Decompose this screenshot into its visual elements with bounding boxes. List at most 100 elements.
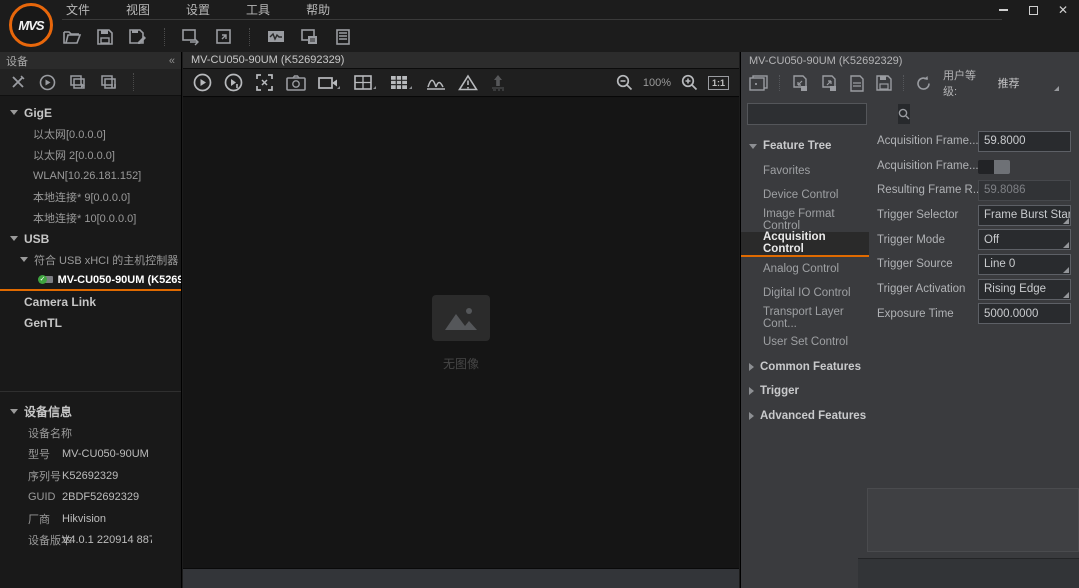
property-trigger-source: Trigger Source Line 0 [871,253,1079,275]
feature-bottom-area [858,558,1079,588]
image-canvas[interactable]: 无图像 [183,98,739,568]
save-as-icon[interactable] [128,28,148,46]
tree-node-cameralink[interactable]: Camera Link [0,291,181,312]
acquisition-frame-rate-input[interactable] [978,131,1071,152]
info-row-name: 设备名称 [0,422,181,444]
menu-file[interactable]: 文件 [62,1,94,18]
menu-tools[interactable]: 工具 [242,1,274,18]
feature-search-input[interactable] [748,104,898,124]
info-row-guid: GUID2BDF52692329 [0,487,181,509]
stop-all-preview-icon[interactable] [100,74,118,90]
menu-help[interactable]: 帮助 [302,1,334,18]
import-config-icon[interactable] [791,75,809,92]
tree-node-local10[interactable]: 本地连接* 10[0.0.0.0] [0,207,181,228]
device-info-header[interactable]: 设备信息 [0,400,181,422]
menubar: 文件 视图 设置 工具 帮助 [62,0,1002,20]
histogram-icon[interactable] [426,75,446,91]
user-level-label: 用户等级: [943,67,990,99]
tree-node-usb-controller[interactable]: 符合 USB xHCI 的主机控制器 [0,249,181,270]
alarm-icon[interactable] [458,74,478,91]
feature-node-trigger[interactable]: Trigger [741,379,869,404]
menu-view[interactable]: 视图 [122,1,154,18]
collapse-panel-icon[interactable]: « [169,55,175,67]
maximize-icon[interactable] [1021,1,1045,19]
grid-view-icon[interactable] [390,75,414,91]
open-folder-icon[interactable] [62,28,82,46]
trigger-activation-dropdown[interactable]: Rising Edge [978,279,1071,300]
feature-node-acquisition[interactable]: Acquisition Control [741,232,869,257]
feature-body: Feature Tree Favorites Device Control Im… [741,130,1079,588]
upload-roi-icon[interactable] [490,74,506,91]
trigger-source-dropdown[interactable]: Line 0 [978,254,1071,275]
tree-node-wlan[interactable]: WLAN[10.26.181.152] [0,165,181,186]
disconnect-device-icon[interactable] [10,74,26,90]
window-layout-icon[interactable] [300,28,320,46]
new-window-icon[interactable] [215,28,233,46]
exposure-time-input[interactable] [978,303,1071,324]
export-config-icon[interactable] [820,75,838,92]
user-level-dropdown[interactable]: 推荐 [998,75,1061,91]
save-icon[interactable] [96,28,114,46]
tree-node-ethernet2[interactable]: 以太网 2[0.0.0.0] [0,144,181,165]
feature-node-analog[interactable]: Analog Control [741,257,869,282]
close-icon[interactable]: ✕ [1051,1,1075,19]
chevron-down-icon [10,409,18,414]
mvs-application-window: MVS 文件 视图 设置 工具 帮助 ✕ 设备 « [0,0,1079,588]
start-grab-once-icon[interactable] [224,73,243,92]
open-config-icon[interactable] [849,75,865,92]
start-grab-icon[interactable] [193,73,212,92]
device-toolbar [0,69,181,96]
feature-description-box [867,488,1079,552]
info-row-vendor: 厂商Hikvision [0,508,181,530]
resulting-frame-rate-value: 59.8086 [978,180,1071,201]
trigger-selector-dropdown[interactable]: Frame Burst Star... [978,205,1071,226]
tree-node-gentl[interactable]: GenTL [0,312,181,333]
fit-view-icon[interactable] [255,73,274,92]
feature-node-root[interactable]: Feature Tree [741,134,869,159]
device-panel-header: 设备 « [0,52,181,69]
switch-window-icon[interactable] [181,28,201,46]
feature-node-advanced[interactable]: Advanced Features [741,404,869,429]
waveform-icon[interactable] [266,28,286,46]
save-config-icon[interactable] [876,75,892,91]
tree-node-camera-selected[interactable]: ✓ MV-CU050-90UM (K5269... [0,270,181,291]
feature-panel-title: MV-CU050-90UM (K52692329) [749,55,902,67]
property-acquisition-frame-rate-enable: Acquisition Frame... [871,155,1079,177]
search-icon[interactable] [898,104,910,124]
chevron-down-icon [10,110,18,115]
actual-size-button[interactable]: 1:1 [708,76,729,90]
viewer-tab[interactable]: MV-CU050-90UM (K52692329) [191,54,344,66]
no-image-icon [432,295,490,341]
property-trigger-activation: Trigger Activation Rising Edge [871,278,1079,300]
refresh-icon[interactable] [915,75,932,92]
tree-node-gige[interactable]: GigE [0,102,181,123]
feature-node-favorites[interactable]: Favorites [741,159,869,184]
frame-rate-enable-toggle[interactable] [978,160,1010,174]
start-preview-icon[interactable] [39,74,56,91]
zoom-out-icon[interactable] [616,74,633,91]
feature-node-user-set[interactable]: User Set Control [741,330,869,355]
tree-node-ethernet[interactable]: 以太网[0.0.0.0] [0,123,181,144]
trigger-mode-dropdown[interactable]: Off [978,229,1071,250]
feature-node-common[interactable]: Common Features [741,355,869,380]
feature-node-device-control[interactable]: Device Control [741,183,869,208]
menu-settings[interactable]: 设置 [182,1,214,18]
tree-node-local9[interactable]: 本地连接* 9[0.0.0.0] [0,186,181,207]
split-view-icon[interactable] [354,75,378,91]
feature-node-transport-layer[interactable]: Transport Layer Cont... [741,306,869,331]
info-row-model: 型号MV-CU050-90UM [0,444,181,466]
main-toolbar [62,21,352,52]
feature-toolbar: 用户等级: 推荐 [741,69,1079,97]
feature-node-digital-io[interactable]: Digital IO Control [741,281,869,306]
log-icon[interactable] [334,28,352,46]
minimize-icon[interactable] [991,1,1015,19]
tree-node-usb[interactable]: USB [0,228,181,249]
start-all-preview-icon[interactable] [69,74,87,90]
chevron-down-icon [1054,86,1059,91]
attribute-window-icon[interactable] [749,75,768,91]
zoom-in-icon[interactable] [681,74,698,91]
property-exposure-time: Exposure Time [871,303,1079,325]
feature-node-image-format[interactable]: Image Format Control [741,208,869,233]
snapshot-icon[interactable] [286,74,306,91]
record-icon[interactable] [318,75,342,91]
